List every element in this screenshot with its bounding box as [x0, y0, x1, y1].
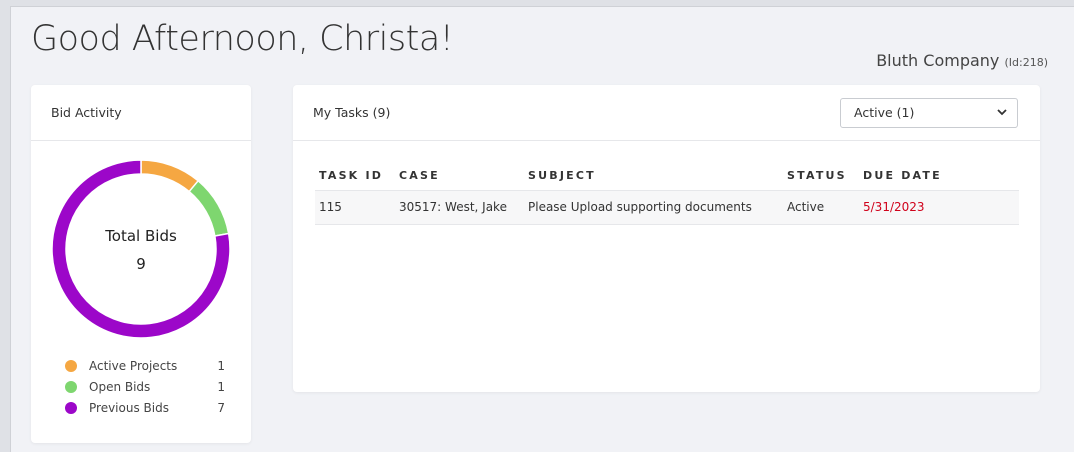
donut-center-value: 9 — [136, 255, 146, 273]
chevron-down-icon — [997, 109, 1007, 116]
column-header-subject[interactable]: SUBJECT — [524, 163, 783, 191]
due-date-cell: 5/31/2023 — [859, 190, 1019, 225]
legend-value: 1 — [217, 358, 225, 373]
legend-value: 1 — [217, 379, 225, 394]
tasks-table-header-row: TASK ID CASE SUBJECT STATUS DUE DATE — [315, 163, 1019, 191]
status-cell: Active — [783, 190, 859, 225]
bid-activity-card: Bid Activity Total Bids 9 Active Project… — [31, 85, 251, 443]
table-row[interactable]: 115 30517: West, Jake Please Upload supp… — [315, 190, 1019, 225]
dashboard-frame: Good Afternoon, Christa! Bluth Company (… — [10, 6, 1074, 452]
legend-item-previous-bids[interactable]: Previous Bids 7 — [65, 397, 225, 418]
donut-center-label: Total Bids 9 — [51, 159, 231, 339]
legend-dot-open-bids — [65, 380, 77, 393]
legend-dot-active-projects — [65, 359, 77, 372]
legend-value: 7 — [217, 400, 225, 415]
column-header-due-date[interactable]: DUE DATE — [859, 163, 1019, 191]
my-tasks-card: My Tasks (9) Active (1) TASK ID CASE SUB… — [293, 85, 1040, 392]
legend-label: Active Projects — [89, 358, 178, 373]
company-label: Bluth Company (Id:218) — [876, 51, 1048, 70]
legend-label: Open Bids — [89, 379, 151, 394]
task-status-filter-select[interactable]: Active (1) — [840, 97, 1018, 128]
legend-item-active-projects[interactable]: Active Projects 1 — [65, 355, 225, 376]
greeting-title: Good Afternoon, Christa! — [31, 19, 454, 59]
legend-item-open-bids[interactable]: Open Bids 1 — [65, 376, 225, 397]
my-tasks-header: My Tasks (9) Active (1) — [293, 85, 1040, 141]
subject-cell[interactable]: Please Upload supporting documents — [524, 190, 783, 225]
column-header-case[interactable]: CASE — [395, 163, 524, 191]
bid-activity-title: Bid Activity — [31, 85, 251, 141]
column-header-task-id[interactable]: TASK ID — [315, 163, 395, 191]
bid-legend: Active Projects 1 Open Bids 1 Previous B… — [65, 355, 225, 418]
tasks-table: TASK ID CASE SUBJECT STATUS DUE DATE 115… — [315, 163, 1019, 225]
legend-label: Previous Bids — [89, 400, 169, 415]
column-header-status[interactable]: STATUS — [783, 163, 859, 191]
my-tasks-title: My Tasks (9) — [313, 105, 391, 120]
donut-center-title: Total Bids — [105, 227, 177, 245]
bid-donut-chart: Total Bids 9 — [51, 159, 231, 339]
task-id-cell: 115 — [315, 190, 395, 225]
case-cell[interactable]: 30517: West, Jake — [395, 190, 524, 225]
task-filter-value: Active (1) — [854, 105, 915, 120]
company-name: Bluth Company — [876, 51, 1000, 70]
company-id: (Id:218) — [1004, 56, 1048, 69]
legend-dot-previous-bids — [65, 401, 77, 414]
